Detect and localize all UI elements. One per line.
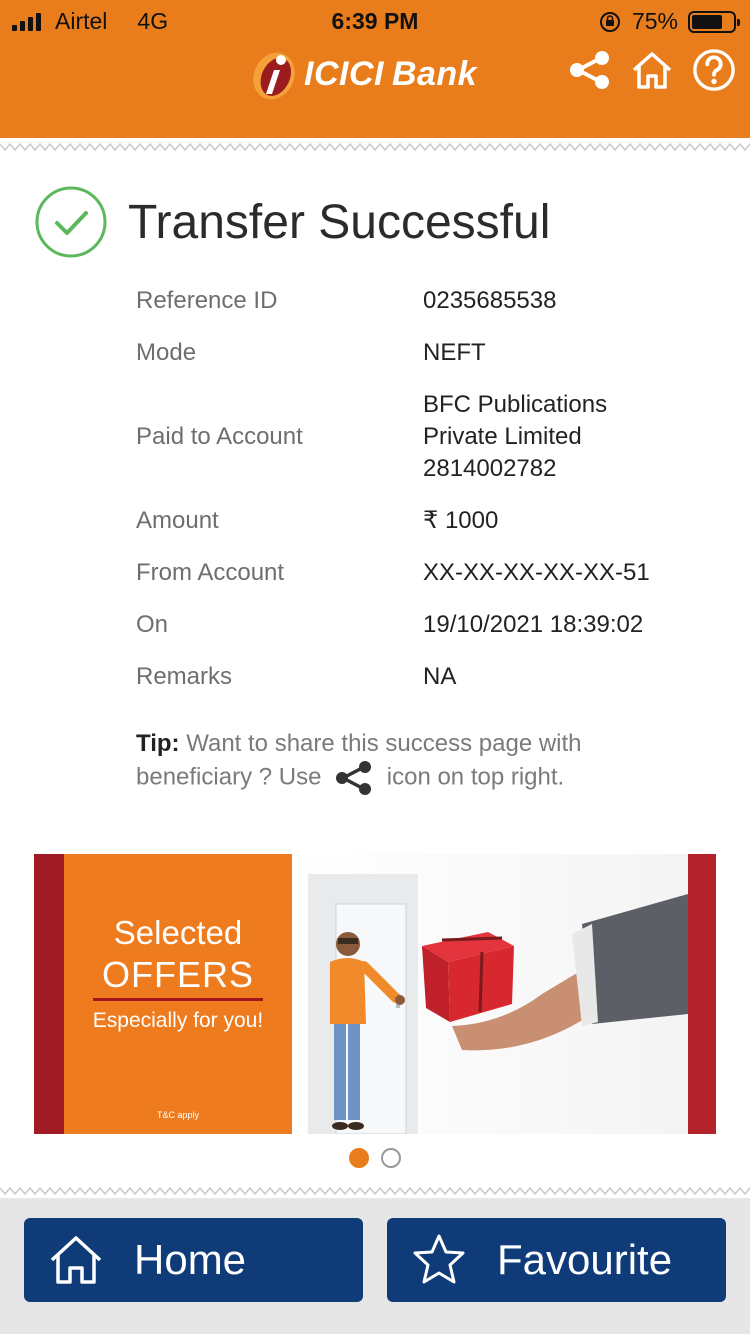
detail-value: BFC Publications Private Limited 2814002… (423, 391, 608, 482)
detail-value: 0235685538 (423, 287, 557, 314)
offer-line-3: Especially for you! (92, 1009, 264, 1032)
detail-label: Amount (136, 507, 219, 534)
carousel-indicator (0, 1148, 750, 1168)
banner-stripe-right (688, 854, 716, 1134)
battery-percent: 75% (631, 8, 678, 34)
detail-label: Mode (136, 339, 197, 366)
offer-underline (93, 998, 263, 1001)
help-icon[interactable] (692, 48, 736, 92)
orientation-lock-icon (599, 11, 620, 32)
brand-suffix: Bank (391, 54, 478, 93)
home-button-label: Home (134, 1236, 247, 1283)
detail-label: On (136, 611, 169, 638)
detail-row-on: On 19/10/2021 18:39:02 (136, 609, 726, 641)
star-icon (413, 1234, 465, 1284)
zigzag-divider-top (0, 140, 750, 154)
detail-row-reference-id: Reference ID 0235685538 (136, 285, 726, 317)
gift-offer-image (308, 874, 688, 1134)
share-tip: Tip: Want to share this success page wit… (136, 728, 676, 796)
favourite-button[interactable]: Favourite (387, 1218, 726, 1302)
detail-value: NA (423, 663, 457, 690)
tip-label: Tip: (136, 730, 180, 757)
tip-text-after: icon on top right. (380, 763, 565, 791)
detail-label: From Account (136, 559, 285, 586)
detail-row-from-account: From Account XX-XX-XX-XX-XX-51 (136, 557, 726, 589)
favourite-button-label: Favourite (497, 1236, 673, 1283)
transaction-details: Reference ID 0235685538 Mode NEFT Paid t… (136, 285, 726, 713)
tnc-text: T&C apply (156, 1110, 200, 1120)
detail-value: XX-XX-XX-XX-XX-51 (423, 559, 650, 586)
offer-line-1: Selected (113, 914, 243, 951)
home-icon[interactable] (630, 48, 674, 92)
banner-photo-area (292, 854, 688, 1134)
battery-icon (688, 10, 740, 33)
carousel-dot-1[interactable] (349, 1148, 369, 1168)
icici-logo: ICICI Bank (250, 46, 477, 102)
app-header: Airtel 4G 6:39 PM 75% ICICI Bank (0, 0, 750, 138)
page-title: Transfer Successful (128, 195, 551, 249)
detail-row-remarks: Remarks NA (136, 661, 726, 693)
detail-value: NEFT (423, 339, 486, 366)
share-icon (336, 761, 372, 795)
detail-label: Reference ID (136, 287, 278, 314)
detail-value: 19/10/2021 18:39:02 (423, 611, 644, 638)
offer-text: Selected OFFERS Especially for you! (64, 914, 292, 1033)
home-button[interactable]: Home (24, 1218, 363, 1302)
detail-label: Paid to Account (136, 423, 303, 450)
check-circle-icon (35, 186, 107, 258)
detail-label: Remarks (136, 663, 233, 690)
zigzag-divider-bottom (0, 1184, 750, 1198)
detail-value: ₹ 1000 (423, 507, 499, 534)
home-icon (50, 1236, 102, 1284)
carousel-dot-2[interactable] (381, 1148, 401, 1168)
banner-stripe-left (34, 854, 64, 1134)
success-header: Transfer Successful (34, 185, 550, 259)
offer-line-2: OFFERS (101, 954, 254, 995)
icici-logo-icon (253, 52, 295, 100)
brand-name: ICICI (304, 54, 384, 93)
offers-banner[interactable]: Selected OFFERS Especially for you! T&C … (34, 854, 716, 1134)
detail-row-paid-to: Paid to Account BFC Publications Private… (136, 389, 726, 485)
detail-row-amount: Amount ₹ 1000 (136, 505, 726, 537)
share-icon[interactable] (568, 48, 612, 92)
detail-row-mode: Mode NEFT (136, 337, 726, 369)
status-bar: Airtel 4G 6:39 PM 75% (0, 0, 750, 40)
footer-bar: Home Favourite (0, 1194, 750, 1334)
